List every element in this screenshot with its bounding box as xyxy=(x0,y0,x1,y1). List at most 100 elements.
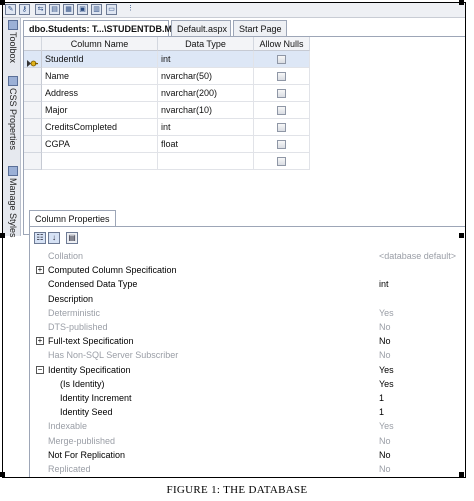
allow-nulls-checkbox[interactable] xyxy=(277,140,286,149)
property-row[interactable]: Indexable Yes xyxy=(34,419,464,433)
row-selector[interactable] xyxy=(24,119,42,136)
property-value[interactable]: int xyxy=(379,277,464,291)
tab-column-properties[interactable]: Column Properties xyxy=(29,210,116,227)
property-pages-icon[interactable]: ▤ xyxy=(66,232,78,244)
data-type-cell[interactable] xyxy=(158,153,254,170)
property-row[interactable]: DTS-published No xyxy=(34,320,464,334)
property-row[interactable]: Collation <database default> xyxy=(34,249,464,263)
property-row[interactable]: (Is Identity) Yes xyxy=(34,377,464,391)
tab-default-aspx[interactable]: Default.aspx xyxy=(171,20,231,36)
column-name-cell[interactable] xyxy=(42,153,158,170)
allow-nulls-checkbox[interactable] xyxy=(277,89,286,98)
property-row[interactable]: Condensed Data Type int xyxy=(34,277,464,291)
property-value[interactable]: No xyxy=(379,348,464,362)
property-row[interactable]: + Computed Column Specification xyxy=(34,263,464,277)
column-name-cell[interactable]: StudentId xyxy=(42,51,158,68)
property-value[interactable]: No xyxy=(379,448,464,462)
relationships-icon[interactable]: ⇆ xyxy=(35,4,46,15)
sidebar-item-toolbox[interactable]: Toolbox xyxy=(4,20,18,63)
resize-handle[interactable] xyxy=(459,233,464,238)
resize-handle[interactable] xyxy=(0,0,5,5)
property-name: Has Non-SQL Server Subscriber xyxy=(48,350,179,361)
manage-styles-icon xyxy=(8,166,18,176)
primary-key-icon[interactable]: ⚷ xyxy=(19,4,30,15)
properties-toolbar: ☷ ↓ ▤ xyxy=(34,231,114,245)
property-name: Computed Column Specification xyxy=(48,265,177,276)
property-value[interactable]: <database default> xyxy=(379,249,464,263)
property-row[interactable]: Has Non-SQL Server Subscriber No xyxy=(34,348,464,362)
property-row[interactable]: Description xyxy=(34,292,464,306)
designer-window: ✎ ⚷ ⇆ ▤ ▦ ▣ ▥ ▭ ⋮ Toolbox CSS Properties… xyxy=(2,2,466,478)
row-selector[interactable] xyxy=(24,153,42,170)
sidebar-item-css-properties[interactable]: CSS Properties xyxy=(4,76,18,150)
row-selector[interactable] xyxy=(24,136,42,153)
property-row[interactable]: − Identity Specification Yes xyxy=(34,363,464,377)
allow-nulls-checkbox[interactable] xyxy=(277,157,286,166)
data-type-cell[interactable]: int xyxy=(158,51,254,68)
allow-nulls-cell xyxy=(254,68,310,85)
tab-students-table[interactable]: dbo.Students: T...\STUDENTDB.MDF) xyxy=(23,20,187,37)
allow-nulls-checkbox[interactable] xyxy=(277,55,286,64)
property-value[interactable]: No xyxy=(379,320,464,334)
data-type-cell[interactable]: nvarchar(200) xyxy=(158,85,254,102)
css-properties-icon xyxy=(8,76,18,86)
resize-handle[interactable] xyxy=(0,233,5,238)
property-value[interactable]: Yes xyxy=(379,363,464,377)
resize-handle[interactable] xyxy=(459,0,464,5)
table-icon[interactable]: ▭ xyxy=(106,4,117,15)
property-name: Identity Specification xyxy=(48,364,131,375)
xml-indexes-icon[interactable]: ▦ xyxy=(63,4,74,15)
property-value[interactable]: No xyxy=(379,334,464,348)
allow-nulls-cell xyxy=(254,153,310,170)
column-name-cell[interactable]: Major xyxy=(42,102,158,119)
document-tabs: dbo.Students: T...\STUDENTDB.MDF) Defaul… xyxy=(23,20,463,37)
property-name: Deterministic xyxy=(48,307,101,318)
property-value[interactable]: No xyxy=(379,462,464,476)
property-row[interactable]: Deterministic Yes xyxy=(34,306,464,320)
property-row[interactable]: Replicated No xyxy=(34,462,464,476)
table-designer-grid: Column Name Data Type Allow Nulls Studen… xyxy=(23,36,465,235)
row-selector[interactable] xyxy=(24,85,42,102)
pointer-icon[interactable]: ✎ xyxy=(5,4,16,15)
property-value[interactable]: Yes xyxy=(379,306,464,320)
indexes-icon[interactable]: ▤ xyxy=(49,4,60,15)
property-value[interactable]: No xyxy=(379,434,464,448)
property-value[interactable]: Yes xyxy=(379,377,464,391)
generate-script-icon[interactable]: ▥ xyxy=(91,4,102,15)
property-value[interactable]: 1 xyxy=(379,405,464,419)
column-name-cell[interactable]: CGPA xyxy=(42,136,158,153)
property-row[interactable]: + Full-text Specification No xyxy=(34,334,464,348)
row-selector[interactable] xyxy=(24,51,42,68)
column-name-cell[interactable]: Name xyxy=(42,68,158,85)
primary-key-icon xyxy=(27,55,38,67)
expand-icon[interactable]: + xyxy=(36,337,44,346)
property-row[interactable]: Identity Seed 1 xyxy=(34,405,464,419)
data-type-cell[interactable]: nvarchar(50) xyxy=(158,68,254,85)
row-selector[interactable] xyxy=(24,68,42,85)
resize-handle[interactable] xyxy=(459,472,464,477)
data-type-cell[interactable]: float xyxy=(158,136,254,153)
resize-handle[interactable] xyxy=(0,472,5,477)
collapse-icon[interactable]: − xyxy=(36,365,44,374)
expand-icon[interactable]: + xyxy=(36,266,44,275)
top-toolbar: ✎ ⚷ ⇆ ▤ ▦ ▣ ▥ ▭ ⋮ xyxy=(3,3,465,18)
allow-nulls-checkbox[interactable] xyxy=(277,123,286,132)
data-type-cell[interactable]: int xyxy=(158,119,254,136)
property-value[interactable]: Yes xyxy=(379,419,464,433)
allow-nulls-checkbox[interactable] xyxy=(277,72,286,81)
property-row[interactable]: Identity Increment 1 xyxy=(34,391,464,405)
data-type-cell[interactable]: nvarchar(10) xyxy=(158,102,254,119)
row-selector[interactable] xyxy=(24,102,42,119)
alphabetical-icon[interactable]: ↓ xyxy=(48,232,60,244)
column-name-cell[interactable]: CreditsCompleted xyxy=(42,119,158,136)
tab-start-page[interactable]: Start Page xyxy=(233,20,287,36)
sidebar-item-manage-styles[interactable]: Manage Styles xyxy=(4,166,18,238)
property-value[interactable]: 1 xyxy=(379,391,464,405)
column-name-cell[interactable]: Address xyxy=(42,85,158,102)
allow-nulls-checkbox[interactable] xyxy=(277,106,286,115)
property-row[interactable]: Not For Replication No xyxy=(34,448,464,462)
categorized-icon[interactable]: ☷ xyxy=(34,232,46,244)
overflow-icon[interactable]: ⋮ xyxy=(125,4,136,15)
constraints-icon[interactable]: ▣ xyxy=(77,4,88,15)
property-row[interactable]: Merge-published No xyxy=(34,434,464,448)
